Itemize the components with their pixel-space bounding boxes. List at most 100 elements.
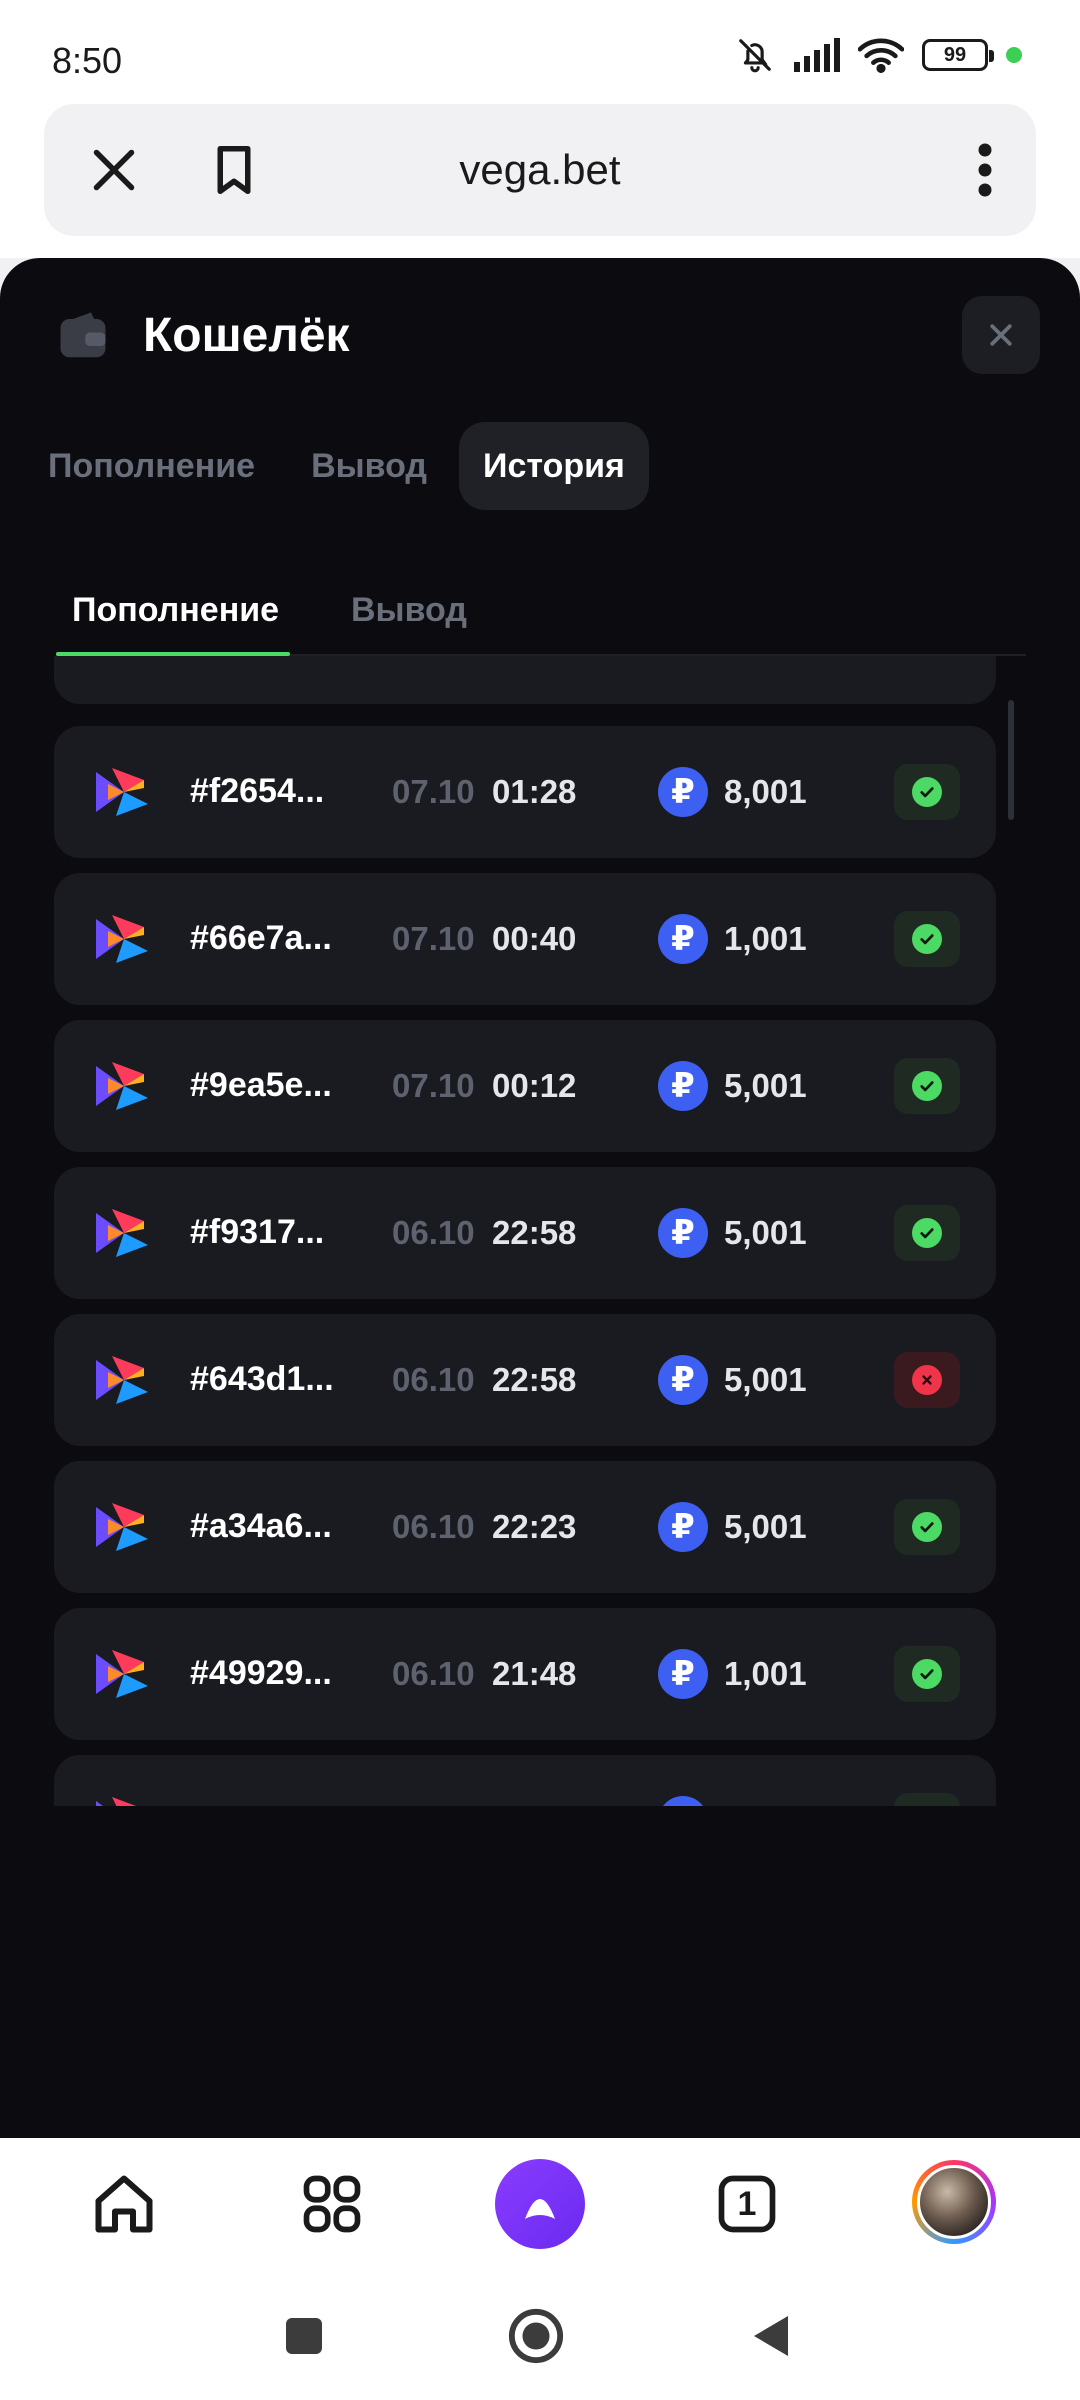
address-bar: vega.bet [44,104,1036,236]
table-row[interactable]: #03f48... 06.10 21:23 ₽5,001 [54,1755,996,1806]
table-row[interactable]: #66e7a... 07.10 00:40 ₽1,001 [54,873,996,1005]
scrollbar[interactable] [1008,700,1014,820]
browser-bottom-nav: 1 [0,2138,1080,2264]
status-failed-badge [894,1352,960,1408]
bell-off-icon [739,39,771,73]
transaction-amount: 5,001 [724,1067,807,1104]
vega-logo-icon [88,1201,152,1265]
transaction-time: 21:23 [492,1802,576,1806]
check-icon [912,1218,942,1248]
table-row[interactable]: #9ea5e... 07.10 00:12 ₽5,001 [54,1020,996,1152]
status-success-badge [894,1058,960,1114]
privacy-dot [1006,47,1022,63]
table-row[interactable]: #f9317... 06.10 22:58 ₽5,001 [54,1167,996,1299]
tab-withdraw[interactable]: Вывод [287,422,451,510]
status-bar: 8:50 99 [0,0,1080,100]
wallet-title: Кошелёк [143,309,350,362]
transaction-id: #49929... [190,1654,332,1692]
status-icons: 99 [736,36,1022,74]
table-row[interactable]: #f2654... 07.10 01:28 ₽8,001 [54,726,996,858]
transaction-amount: 5,001 [724,1508,807,1545]
tabs-count: 1 [737,2184,757,2223]
ruble-icon: ₽ [658,1208,708,1258]
transaction-amount: 5,001 [724,1214,807,1251]
close-icon [990,324,1012,346]
vega-logo-icon [88,760,152,824]
table-row[interactable]: #643d1... 06.10 22:58 ₽5,001 [54,1314,996,1446]
transaction-date: 06.10 [392,1655,475,1692]
status-success-badge [894,1793,960,1806]
signal-icon [794,38,840,72]
vega-logo-icon [88,907,152,971]
transaction-date: 06.10 [392,1214,475,1251]
tabs-icon[interactable]: 1 [705,2162,789,2246]
system-nav-bar [0,2264,1080,2400]
profile-avatar[interactable] [910,2158,998,2246]
status-success-badge [894,1646,960,1702]
wallet-tabs: Пополнение Вывод История [48,422,649,510]
transaction-id: #03f48... [190,1801,324,1806]
more-vertical-icon[interactable] [970,140,1000,200]
browser-toolbar: vega.bet [0,100,1080,258]
tab-history[interactable]: История [459,422,649,510]
apps-icon[interactable] [290,2162,374,2246]
wallet-panel: Кошелёк Пополнение Вывод История Пополне… [0,258,1080,2138]
transaction-amount: 8,001 [724,773,807,810]
subtab-deposits[interactable]: Пополнение [72,568,279,656]
status-success-badge [894,1499,960,1555]
wifi-icon [858,38,904,73]
transaction-time: 22:58 [492,1361,577,1398]
check-icon [912,1659,942,1689]
status-success-badge [894,911,960,967]
transaction-time: 22:58 [492,1214,577,1251]
tab-deposit[interactable]: Пополнение [24,422,279,510]
status-success-badge [894,764,960,820]
home-circle-icon[interactable] [506,2306,566,2366]
transaction-date: 06.10 [392,1508,475,1545]
transaction-amount: 5,001 [724,1802,807,1806]
vega-logo-icon [88,1495,152,1559]
status-time: 8:50 [52,40,123,81]
alice-circle [495,2159,585,2249]
transaction-amount: 1,001 [724,920,807,957]
transaction-list[interactable]: #f2654... 07.10 01:28 ₽8,001 #66e7a... 07.10 0… [54,656,998,1806]
ruble-icon: ₽ [658,767,708,817]
status-success-badge [894,1205,960,1261]
transaction-id: #643d1... [190,1360,334,1398]
ruble-icon: ₽ [658,1061,708,1111]
avatar-image [917,2165,991,2239]
table-row[interactable] [54,656,996,704]
vega-logo-icon [88,1789,152,1806]
check-icon [912,1512,942,1542]
url-text[interactable]: vega.bet [44,146,1036,194]
transaction-amount: 5,001 [724,1361,807,1398]
transaction-date: 07.10 [392,1067,475,1104]
transaction-id: #66e7a... [190,919,332,957]
history-subtabs: Пополнение Вывод [56,568,1026,656]
table-row[interactable]: #a34a6... 06.10 22:23 ₽5,001 [54,1461,996,1593]
table-row[interactable]: #49929... 06.10 21:48 ₽1,001 [54,1608,996,1740]
recents-icon[interactable] [274,2306,334,2366]
transaction-amount: 1,001 [724,1655,807,1692]
wallet-icon [56,310,110,364]
transaction-id: #f9317... [190,1213,325,1251]
alice-icon[interactable] [492,2156,588,2252]
avatar-ring [912,2160,996,2244]
transaction-time: 00:40 [492,920,577,957]
ruble-icon: ₽ [658,1796,708,1806]
transaction-time: 22:23 [492,1508,577,1545]
transaction-date: 07.10 [392,920,475,957]
transaction-id: #9ea5e... [190,1066,332,1104]
close-wallet-button[interactable] [962,296,1040,374]
back-icon[interactable] [740,2306,800,2366]
check-icon [912,924,942,954]
home-icon[interactable] [82,2162,166,2246]
ruble-icon: ₽ [658,1649,708,1699]
check-icon [912,1071,942,1101]
battery-icon: 99 [922,39,994,71]
ruble-icon: ₽ [658,914,708,964]
subtab-withdrawals[interactable]: Вывод [351,568,467,656]
transaction-date: 06.10 [392,1802,475,1806]
cross-icon [912,1365,942,1395]
ruble-icon: ₽ [658,1502,708,1552]
